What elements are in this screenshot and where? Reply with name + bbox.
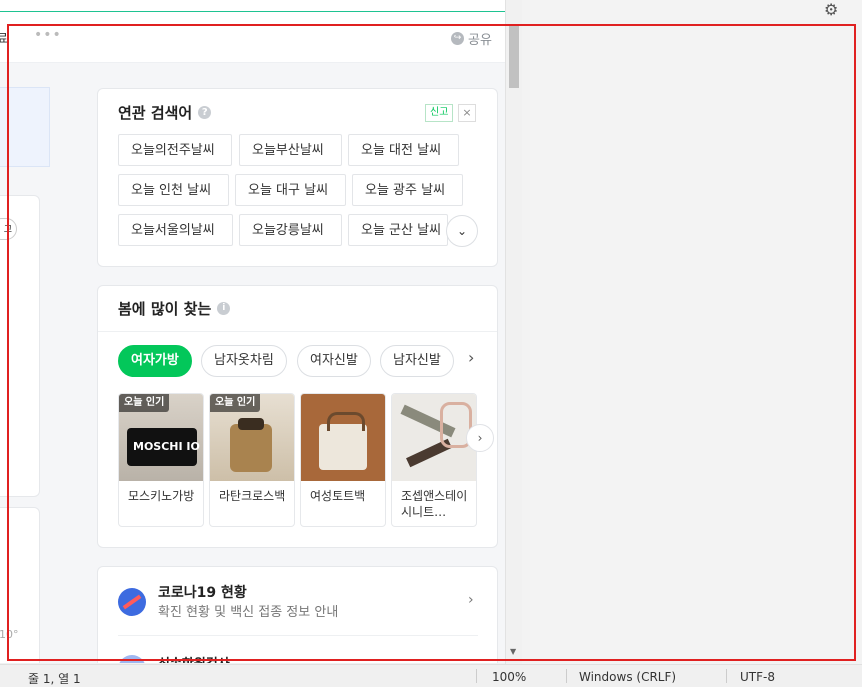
covid-info-card[interactable]: 코로나19 현황 확진 현황 및 백신 접종 정보 안내 › 신속항원검사 — [97, 566, 498, 664]
status-divider — [726, 669, 727, 683]
bag-logo-text: MOSCHI IO — [133, 440, 200, 453]
status-divider — [476, 669, 477, 683]
product-name: 라탄크로스백 — [219, 489, 286, 503]
top-bar: 료 ••• ↪ 공유 — [0, 24, 505, 63]
keyword-chip[interactable]: 오늘 대전 날씨 — [348, 134, 459, 166]
left-card-highlight — [0, 87, 50, 167]
product-image — [301, 394, 385, 481]
info-icon[interactable]: i — [217, 302, 231, 315]
product-name: 조셉앤스테이시니트… — [401, 489, 468, 519]
keyword-chip[interactable]: 오늘서울의날씨 — [118, 214, 233, 246]
keyword-chip[interactable]: 오늘 광주 날씨 — [352, 174, 463, 206]
keyword-chip[interactable]: 오늘부산날씨 — [239, 134, 342, 166]
status-divider — [566, 669, 567, 683]
bag-flap — [238, 418, 264, 430]
close-icon[interactable]: × — [458, 104, 476, 122]
right-pane — [522, 0, 862, 664]
left-card: 고 — [0, 195, 40, 497]
keyword-chip[interactable]: 오늘 인천 날씨 — [118, 174, 229, 206]
tab-womens-shoes[interactable]: 여자신발 — [297, 345, 371, 377]
spring-title-text: 봄에 많이 찾는 — [118, 300, 212, 318]
divider — [118, 635, 478, 636]
left-column-partial: 고 10° — [0, 63, 50, 664]
tote-handle — [327, 412, 365, 431]
top-accent-line — [0, 11, 505, 12]
product-name: 여성토트백 — [310, 489, 366, 503]
gear-icon[interactable]: ⚙ — [824, 0, 838, 19]
vertical-scrollbar[interactable]: ▼ — [505, 0, 522, 664]
popular-badge: 오늘 인기 — [119, 394, 170, 412]
line-ending[interactable]: Windows (CRLF) — [579, 670, 676, 684]
scroll-down-arrow-icon[interactable]: ▼ — [510, 647, 516, 656]
clipped-title-text: 료 — [0, 32, 8, 47]
tabs-next-chevron-icon[interactable]: › — [468, 348, 474, 367]
product-name: 모스키노가방 — [128, 489, 195, 503]
browser-window: 료 ••• ↪ 공유 고 10° 연관 검색어 ? 신고 × 오늘의전주날씨 오… — [0, 0, 522, 664]
spring-popular-card: 봄에 많이 찾는 i 여자가방 남자옷차림 여자신발 남자신발 › MOSCHI… — [97, 285, 498, 548]
related-title-text: 연관 검색어 — [118, 104, 193, 122]
tab-womens-bags[interactable]: 여자가방 — [118, 345, 192, 377]
share-label: 공유 — [468, 33, 492, 48]
report-button[interactable]: 신고 — [425, 104, 454, 122]
help-icon[interactable]: ? — [198, 106, 212, 119]
covid-subtitle: 확진 현황 및 백신 접종 정보 안내 — [158, 605, 339, 620]
covid-title: 코로나19 현황 — [158, 585, 247, 601]
expand-chevron-icon[interactable]: ⌄ — [446, 215, 478, 247]
left-pill-button[interactable]: 고 — [0, 218, 17, 240]
temperature-text: 10° — [0, 628, 19, 641]
tab-mens-outfits[interactable]: 남자옷차림 — [201, 345, 287, 377]
keyword-chip[interactable]: 오늘강릉날씨 — [239, 214, 342, 246]
scrollbar-thumb[interactable] — [509, 24, 519, 88]
share-icon: ↪ — [451, 32, 464, 45]
covid-icon — [118, 588, 146, 616]
product-image — [392, 394, 476, 481]
more-dots-icon[interactable]: ••• — [34, 27, 62, 43]
popular-badge: 오늘 인기 — [210, 394, 261, 412]
product-card[interactable]: 조셉앤스테이시니트… — [391, 393, 477, 527]
product-card[interactable]: 여성토트백 — [300, 393, 386, 527]
related-searches-title: 연관 검색어 ? — [118, 102, 212, 123]
keyword-chip[interactable]: 오늘의전주날씨 — [118, 134, 232, 166]
chevron-right-icon[interactable]: › — [468, 592, 474, 608]
tab-mens-shoes[interactable]: 남자신발 — [380, 345, 454, 377]
encoding[interactable]: UTF-8 — [740, 670, 775, 684]
left-weather-card: 10° — [0, 507, 40, 664]
related-searches-card: 연관 검색어 ? 신고 × 오늘의전주날씨 오늘부산날씨 오늘 대전 날씨 오늘… — [97, 88, 498, 267]
keyword-chip[interactable]: 오늘 군산 날씨 — [348, 214, 448, 246]
divider — [98, 331, 497, 332]
product-card[interactable]: 오늘 인기 라탄크로스백 — [209, 393, 295, 527]
rattan-bag-shape — [230, 424, 272, 472]
share-button[interactable]: ↪ 공유 — [451, 29, 492, 48]
keyword-chip[interactable]: 오늘 대구 날씨 — [235, 174, 346, 206]
products-next-chevron-icon[interactable]: › — [466, 424, 494, 452]
cursor-position: 줄 1, 열 1 — [28, 672, 81, 686]
spring-popular-title: 봄에 많이 찾는 i — [118, 298, 231, 319]
zoom-level: 100% — [492, 670, 527, 684]
product-card[interactable]: MOSCHI IO 오늘 인기 모스키노가방 — [118, 393, 204, 527]
status-bar: 줄 1, 열 1 100% Windows (CRLF) UTF-8 — [0, 664, 862, 687]
